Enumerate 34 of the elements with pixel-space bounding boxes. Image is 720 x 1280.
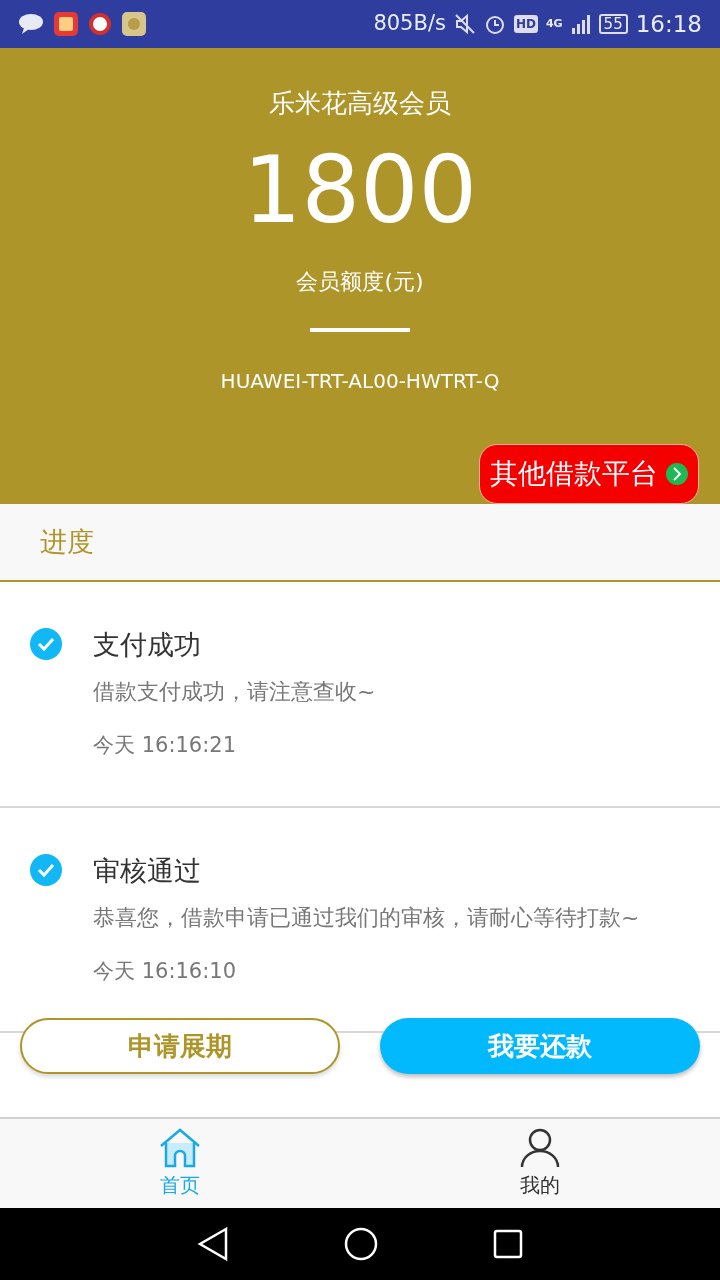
app-icon <box>54 12 78 36</box>
chat-icon <box>18 13 44 35</box>
home-icon <box>159 1127 201 1168</box>
home-button-icon[interactable] <box>344 1227 378 1261</box>
section-heading: 进度 <box>40 524 94 559</box>
person-icon <box>520 1127 560 1168</box>
step-title: 支付成功 <box>93 628 202 662</box>
back-icon[interactable] <box>197 1227 230 1261</box>
step-description: 借款支付成功，请注意查收~ <box>93 678 376 706</box>
action-button[interactable]: 申请展期 <box>20 1018 340 1074</box>
time: 16:18 <box>635 9 702 39</box>
hd-badge: HD <box>513 15 538 33</box>
step-time: 今天 16:16:10 <box>93 957 237 985</box>
network-speed: 805B/s <box>373 10 446 38</box>
app-icon <box>88 12 112 36</box>
alarm-icon <box>483 13 506 35</box>
nav-tab[interactable]: 我的 <box>360 1119 720 1208</box>
chevron-right-icon <box>666 463 688 485</box>
other-platforms-button[interactable]: 其他借款平台 <box>479 444 699 504</box>
nav-tab[interactable]: 首页 <box>0 1119 360 1208</box>
credit-label: 会员额度(元) <box>296 268 424 296</box>
recents-icon[interactable] <box>492 1229 523 1259</box>
device-id: HUAWEI-TRT-AL00-HWTRT-Q <box>220 368 500 395</box>
mute-icon <box>453 13 476 35</box>
action-button[interactable]: 我要还款 <box>380 1018 700 1074</box>
step-title: 审核通过 <box>93 853 202 888</box>
signal-icon <box>570 14 591 34</box>
step-description: 恭喜您，借款申请已通过我们的审核，请耐心等待打款~ <box>93 903 640 932</box>
battery-level: 55 <box>598 14 628 34</box>
member-title: 乐米花高级会员 <box>269 87 451 120</box>
network-type: 4G <box>545 15 563 32</box>
app-icon <box>122 12 146 36</box>
credit-amount: 1800 <box>242 141 478 241</box>
step-time: 今天 16:16:21 <box>93 732 237 759</box>
